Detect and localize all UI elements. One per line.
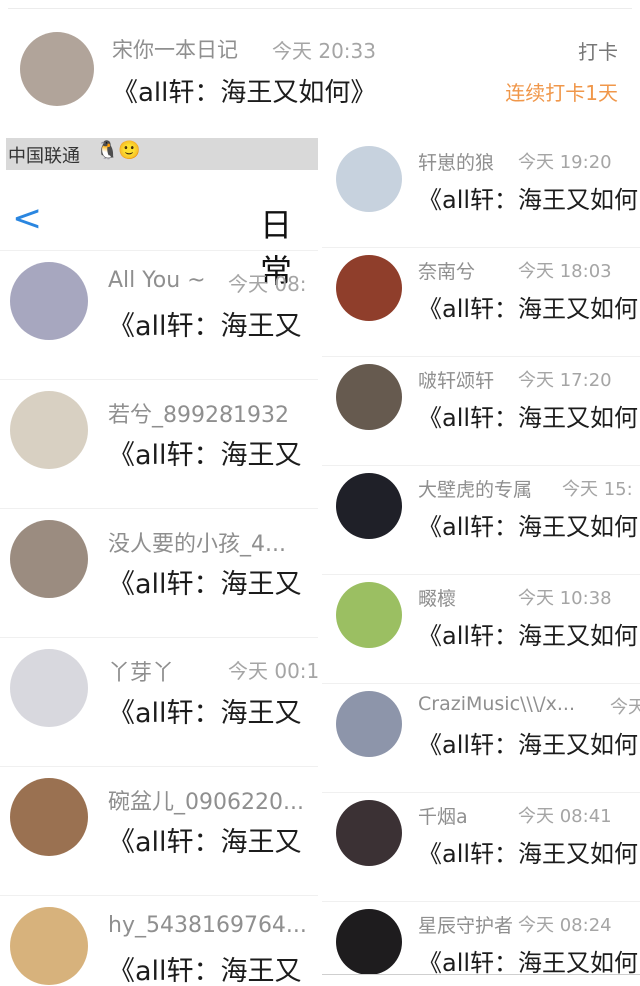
- entry-text[interactable]: 《all轩：海王又如何: [418, 398, 638, 433]
- entry-text[interactable]: 《all轩：海王又如何: [418, 943, 638, 978]
- back-icon[interactable]: <: [12, 198, 42, 239]
- entry-name[interactable]: 星辰守护者: [418, 911, 513, 938]
- entry-name[interactable]: 千烟a: [418, 802, 468, 829]
- left-screenshot-panel: 中国联通 🐧🙂 < 日常 All You ~ 今天 08: 《all轩：海王又 若兮_…: [0, 136, 318, 986]
- top-avatar[interactable]: [20, 32, 94, 106]
- entry-time: 今天 08:24: [518, 915, 612, 936]
- entry-name[interactable]: 大壁虎的专属: [418, 475, 532, 502]
- entry-name[interactable]: 畷櫰: [418, 584, 456, 611]
- top-text[interactable]: 《all轩：海王又如何》: [112, 72, 376, 109]
- row-divider: [322, 465, 640, 466]
- entry-text[interactable]: 《all轩：海王又: [108, 562, 302, 601]
- entry-time: 今天 08:41: [518, 806, 612, 827]
- entry-time: 今天 15:: [562, 479, 633, 500]
- entry-text[interactable]: 《all轩：海王又: [108, 949, 302, 986]
- entry-text[interactable]: 《all轩：海王又: [108, 691, 302, 730]
- row-divider: [0, 637, 318, 638]
- entry-name[interactable]: 啵轩颂轩: [418, 366, 494, 393]
- avatar[interactable]: [10, 262, 88, 340]
- checkin-button[interactable]: 打卡: [578, 36, 618, 65]
- entry-time: 今天 19:20: [518, 152, 612, 173]
- bottom-divider: [322, 974, 640, 975]
- row-divider: [322, 901, 640, 902]
- entry-time: 今天 10:38: [518, 588, 612, 609]
- avatar[interactable]: [336, 146, 402, 212]
- entry-time: 今天 08:: [228, 272, 307, 296]
- avatar[interactable]: [10, 907, 88, 985]
- entry-text[interactable]: 《all轩：海王又如何: [418, 180, 638, 215]
- entry-text[interactable]: 《all轩：海王又如何: [418, 725, 638, 760]
- entry-text[interactable]: 《all轩：海王又如何: [418, 616, 638, 651]
- entry-time: 今天 17:20: [518, 370, 612, 391]
- entry-time: 今天 00:17: [228, 659, 318, 683]
- status-bar: 中国联通 🐧🙂: [6, 138, 318, 170]
- entry-time: 今天 18:03: [518, 261, 612, 282]
- entry-name[interactable]: 碗盆儿_0906220...: [108, 784, 304, 816]
- avatar[interactable]: [10, 778, 88, 856]
- entry-text[interactable]: 《all轩：海王又: [108, 820, 302, 859]
- entry-name[interactable]: 丫芽丫: [108, 655, 174, 687]
- row-divider: [0, 766, 318, 767]
- top-name[interactable]: 宋你一本日记: [112, 34, 238, 64]
- entry-time: 今天: [610, 697, 640, 718]
- right-screenshot-panel: 轩崽的狼 今天 19:20 《all轩：海王又如何 奈南兮 今天 18:03 《all轩：…: [322, 128, 640, 978]
- top-time: 今天 20:33: [272, 39, 376, 63]
- row-divider: [0, 508, 318, 509]
- entry-text[interactable]: 《all轩：海王又: [108, 304, 302, 343]
- avatar[interactable]: [336, 473, 402, 539]
- row-divider: [0, 379, 318, 380]
- entry-text[interactable]: 《all轩：海王又如何: [418, 834, 638, 869]
- row-divider: [322, 792, 640, 793]
- avatar[interactable]: [336, 909, 402, 975]
- avatar[interactable]: [336, 800, 402, 866]
- avatar[interactable]: [10, 649, 88, 727]
- avatar[interactable]: [336, 255, 402, 321]
- entry-name[interactable]: hy_5438169764...: [108, 913, 307, 938]
- entry-name[interactable]: 奈南兮: [418, 257, 475, 284]
- entry-name[interactable]: All You ~: [108, 268, 206, 293]
- entry-name[interactable]: 没人要的小孩_4...: [108, 526, 286, 558]
- entry-name[interactable]: CraziMusic\\\/x...: [418, 693, 575, 715]
- entry-time: ·: [228, 397, 235, 421]
- row-divider: [322, 247, 640, 248]
- avatar[interactable]: [10, 520, 88, 598]
- avatar[interactable]: [10, 391, 88, 469]
- entry-text[interactable]: 《all轩：海王又: [108, 433, 302, 472]
- entry-name[interactable]: 若兮_899281932: [108, 397, 289, 429]
- row-divider: [0, 250, 318, 251]
- entry-text[interactable]: 《all轩：海王又如何: [418, 289, 638, 324]
- carrier-label: 中国联通: [8, 146, 80, 167]
- top-diary-card[interactable]: 宋你一本日记 今天 20:33 《all轩：海王又如何》 打卡 连续打卡1天: [0, 0, 640, 128]
- top-divider: [8, 8, 632, 9]
- streak-label: 连续打卡1天: [505, 81, 618, 105]
- row-divider: [322, 356, 640, 357]
- avatar[interactable]: [336, 582, 402, 648]
- entry-text[interactable]: 《all轩：海王又如何: [418, 507, 638, 542]
- row-divider: [322, 574, 640, 575]
- avatar[interactable]: [336, 691, 402, 757]
- avatar[interactable]: [336, 364, 402, 430]
- entry-name[interactable]: 轩崽的狼: [418, 148, 494, 175]
- row-divider: [0, 895, 318, 896]
- status-icons: 🐧🙂: [96, 140, 141, 161]
- row-divider: [322, 683, 640, 684]
